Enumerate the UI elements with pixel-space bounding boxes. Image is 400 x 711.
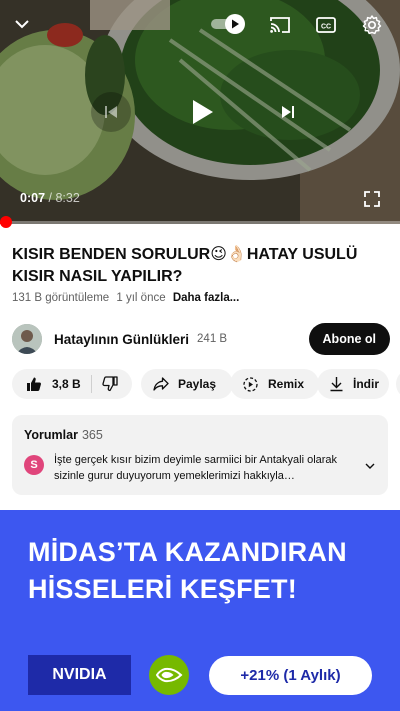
- more-description-link[interactable]: Daha fazla...: [173, 292, 239, 304]
- skip-previous-icon[interactable]: [91, 92, 131, 132]
- fullscreen-icon[interactable]: [360, 187, 384, 211]
- view-count: 131 B görüntüleme: [12, 292, 110, 304]
- ad-banner[interactable]: MİDAS’TA KAZANDIRAN HİSSELERİ KEŞFET! NV…: [0, 510, 400, 711]
- channel-avatar[interactable]: [12, 324, 42, 354]
- download-label: İndir: [353, 377, 379, 391]
- nvidia-logo-icon: [149, 655, 189, 695]
- gear-icon[interactable]: [359, 12, 385, 38]
- progress-scrubber[interactable]: [0, 216, 12, 228]
- ad-headline: MİDAS’TA KAZANDIRAN HİSSELERİ KEŞFET!: [28, 537, 347, 604]
- comments-section[interactable]: Yorumlar 365 S İşte gerçek kısır bizim de…: [12, 415, 388, 495]
- subscribe-button[interactable]: Abone ol: [308, 323, 390, 355]
- video-meta[interactable]: 131 B görüntüleme 1 yıl önce Daha fazla.…: [12, 292, 239, 304]
- subscriber-count: 241 B: [197, 333, 228, 345]
- remix-icon: [243, 376, 258, 392]
- like-divider: [90, 375, 92, 393]
- thumbs-down-icon: [102, 376, 118, 392]
- video-timestamp: 0:07 / 8:32: [20, 191, 80, 205]
- ad-performance-button[interactable]: +21% (1 Aylık): [209, 656, 372, 695]
- video-title[interactable]: KISIR BENDEN SORULUR😉👌🏻HATAY USULÜ KISIR…: [12, 244, 390, 288]
- ad-stock-label: NVIDIA: [28, 655, 131, 695]
- current-time: 0:07: [20, 191, 46, 205]
- like-count: 3,8 B: [52, 377, 81, 391]
- like-button[interactable]: 3,8 B: [26, 376, 81, 392]
- remix-label: Remix: [268, 377, 305, 391]
- thumbs-up-icon: [27, 377, 41, 391]
- like-dislike-group: 3,8 B: [12, 369, 132, 399]
- cast-icon[interactable]: [267, 12, 293, 38]
- share-label: Paylaş: [178, 377, 217, 391]
- share-icon: [153, 377, 169, 391]
- download-icon: [330, 377, 343, 392]
- upload-age: 1 yıl önce: [116, 292, 166, 304]
- video-duration: 8:32: [55, 191, 80, 205]
- commenter-avatar: S: [24, 455, 44, 475]
- share-button[interactable]: Paylaş: [141, 369, 233, 399]
- time-separator: /: [45, 191, 56, 205]
- play-icon[interactable]: [178, 88, 226, 136]
- remix-button[interactable]: Remix: [230, 369, 319, 399]
- top-comment-text: İşte gerçek kısır bizim deyimle sarmiici…: [54, 454, 338, 482]
- comments-header: Yorumlar 365: [24, 428, 103, 442]
- channel-row: Hataylının Günlükleri 241 B Abone ol: [12, 322, 390, 356]
- svg-text:CC: CC: [321, 24, 331, 31]
- channel-name[interactable]: Hataylının Günlükleri: [54, 332, 189, 347]
- comments-title: Yorumlar: [24, 428, 78, 442]
- skip-next-icon[interactable]: [270, 94, 306, 130]
- chevron-down-icon[interactable]: [364, 459, 376, 477]
- comments-count: 365: [81, 428, 103, 442]
- autoplay-toggle-icon[interactable]: [210, 12, 246, 36]
- action-bar: 3,8 B Paylaş Remix İndir: [12, 369, 400, 399]
- captions-icon[interactable]: CC: [313, 12, 339, 38]
- dislike-button[interactable]: [102, 376, 118, 392]
- chevron-down-icon[interactable]: [8, 10, 36, 38]
- more-actions-button[interactable]: [396, 369, 400, 399]
- video-player[interactable]: CC 0:07 / 8:32: [0, 0, 400, 224]
- download-button[interactable]: İndir: [317, 369, 389, 399]
- progress-bar[interactable]: [0, 221, 400, 224]
